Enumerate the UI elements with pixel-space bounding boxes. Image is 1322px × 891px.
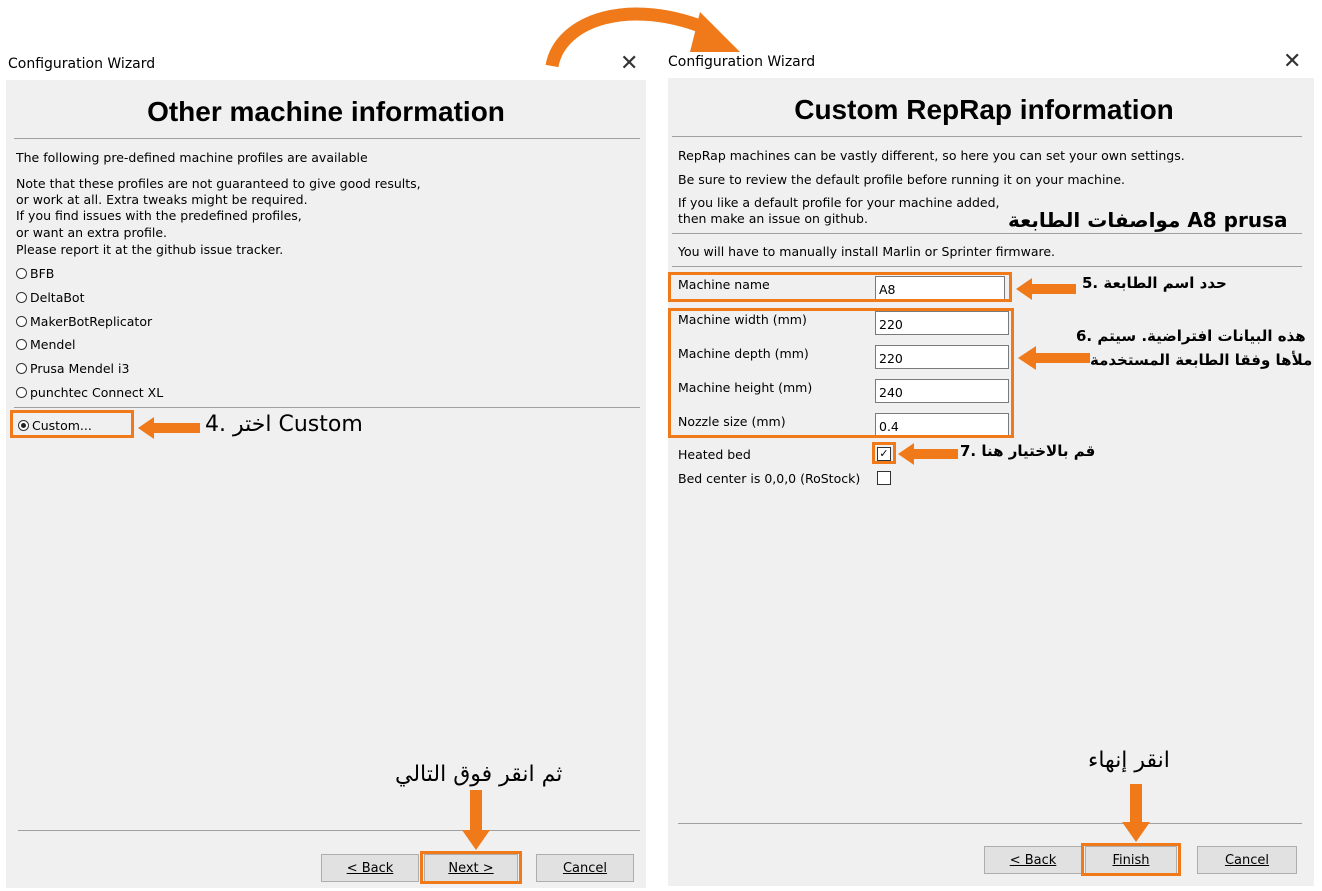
profile-label: DeltaBot — [30, 290, 85, 305]
profile-label: Mendel — [30, 337, 76, 352]
bed-center-label: Bed center is 0,0,0 (RoStock) — [678, 471, 861, 486]
arrow-left-icon — [898, 443, 958, 465]
back-button[interactable]: < Back — [321, 854, 419, 882]
annotation-choose-custom: 4. اختر Custom — [205, 412, 363, 437]
heated-bed-label: Heated bed — [678, 447, 751, 462]
annotation-set-name: 5. حدد اسم الطابعة — [1082, 274, 1227, 292]
annotation-printer-specs: مواصفات الطابعة A8 prusa — [1008, 208, 1288, 232]
finish-highlight — [1081, 843, 1181, 876]
back-button[interactable]: < Back — [984, 846, 1082, 874]
intro-line: If you like a default profile for your m… — [678, 195, 1000, 210]
arrow-left-icon — [1018, 346, 1090, 370]
divider — [672, 233, 1302, 234]
intro-text: The following pre-defined machine profil… — [16, 150, 368, 165]
radio-circle-icon — [16, 339, 27, 350]
arrow-down-icon — [462, 790, 490, 850]
next-highlight — [420, 851, 522, 884]
annotation-click-finish: انقر إنهاء — [1088, 748, 1170, 773]
arrow-down-icon — [1122, 784, 1150, 842]
annotation-defaults-line-2: ملأها وفقا الطابعة المستخدمة — [1090, 351, 1313, 369]
profile-label: MakerBotReplicator — [30, 314, 153, 329]
profile-radio-bfb[interactable]: BFB — [16, 266, 54, 281]
divider — [14, 407, 640, 408]
intro-line: then make an issue on github. — [678, 211, 868, 226]
heated-bed-highlight — [872, 442, 896, 464]
arrow-left-icon — [1016, 278, 1076, 300]
intro-line: RepRap machines can be vastly different,… — [678, 148, 1185, 163]
note-line: or work at all. Extra tweaks might be re… — [16, 192, 308, 207]
profile-label: punchtec Connect XL — [30, 385, 164, 400]
custom-highlight — [10, 410, 134, 438]
profile-label: BFB — [30, 266, 55, 281]
profile-radio-prusa-mendel-i3[interactable]: Prusa Mendel i3 — [16, 361, 129, 376]
profile-label: Prusa Mendel i3 — [30, 361, 130, 376]
left-window-title: Configuration Wizard — [8, 56, 156, 72]
divider — [678, 823, 1302, 824]
bed-center-checkbox[interactable] — [877, 471, 891, 485]
annotation-then-next: ثم انقر فوق التالي — [395, 762, 563, 787]
profile-radio-mendel[interactable]: Mendel — [16, 337, 76, 352]
right-window: Custom RepRap information RepRap machine… — [668, 78, 1314, 886]
annotation-defaults-line-1: 6. هذه البيانات افتراضية. سيتم — [1076, 327, 1306, 345]
note-line: Note that these profiles are not guarant… — [16, 176, 421, 191]
intro-line: Be sure to review the default profile be… — [678, 172, 1126, 187]
dimensions-highlight — [668, 308, 1014, 438]
note-line: If you find issues with the predefined p… — [16, 208, 302, 223]
radio-circle-icon — [16, 363, 27, 374]
annotation-check-here: 7. قم بالاختيار هنا — [960, 442, 1096, 460]
close-icon[interactable]: ✕ — [1283, 51, 1301, 73]
profile-radio-deltabot[interactable]: DeltaBot — [16, 290, 84, 305]
radio-circle-icon — [16, 292, 27, 303]
cancel-button[interactable]: Cancel — [536, 854, 634, 882]
divider — [18, 830, 640, 831]
divider — [672, 266, 1302, 267]
radio-circle-icon — [16, 387, 27, 398]
close-icon[interactable]: ✕ — [620, 53, 638, 75]
cancel-button[interactable]: Cancel — [1197, 846, 1297, 874]
note-line: or want an extra profile. — [16, 225, 167, 240]
arrow-left-icon — [138, 417, 200, 439]
page-title: Custom RepRap information — [794, 94, 1174, 125]
radio-circle-icon — [16, 316, 27, 327]
divider — [14, 138, 640, 139]
profile-radio-punchtec-connect-xl[interactable]: punchtec Connect XL — [16, 385, 163, 400]
profile-radio-makerbotreplicator[interactable]: MakerBotReplicator — [16, 314, 152, 329]
machine-name-highlight — [668, 272, 1012, 302]
right-window-title: Configuration Wizard — [668, 54, 816, 70]
radio-circle-icon — [16, 268, 27, 279]
divider — [672, 136, 1302, 137]
page-title: Other machine information — [147, 96, 505, 127]
firmware-note: You will have to manually install Marlin… — [678, 244, 1056, 259]
note-line: Please report it at the github issue tra… — [16, 242, 284, 257]
